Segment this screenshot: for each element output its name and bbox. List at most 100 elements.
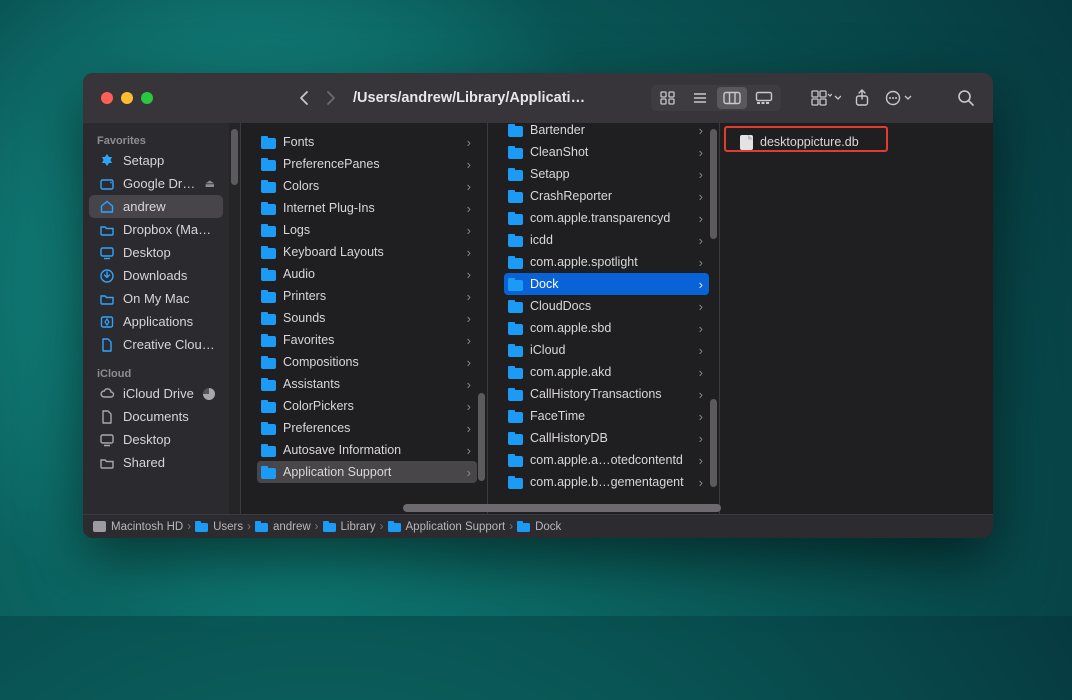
- folder-item[interactable]: Logs›: [257, 219, 477, 241]
- chevron-right-icon: ›: [467, 201, 471, 216]
- actions-button[interactable]: [883, 86, 913, 110]
- storage-pie-icon: [203, 388, 215, 400]
- folder-item[interactable]: PreferencePanes›: [257, 153, 477, 175]
- folder-item[interactable]: com.apple.a…otedcontentd›: [504, 449, 709, 471]
- folder-item[interactable]: Dock›: [504, 273, 709, 295]
- folder-item[interactable]: FaceTime›: [504, 405, 709, 427]
- sidebar-item[interactable]: Desktop: [89, 428, 223, 451]
- sidebar-item[interactable]: Applications: [89, 310, 223, 333]
- folder-icon: [508, 124, 523, 137]
- sidebar-item[interactable]: Setapp: [89, 149, 223, 172]
- folder-item[interactable]: Application Support›: [257, 461, 477, 483]
- folder-item[interactable]: CloudDocs›: [504, 295, 709, 317]
- chevron-right-icon: ›: [380, 521, 384, 533]
- path-crumb[interactable]: Application Support: [388, 521, 506, 533]
- sidebar-item-label: Google Dr…: [123, 176, 195, 191]
- folder-item[interactable]: Assistants›: [257, 373, 477, 395]
- path-crumb[interactable]: Library: [323, 521, 376, 533]
- forward-button[interactable]: [317, 85, 343, 111]
- folder-icon: [508, 344, 523, 357]
- folder-item[interactable]: CallHistoryTransactions›: [504, 383, 709, 405]
- chevron-right-icon: ›: [699, 189, 703, 204]
- folder-icon: [508, 322, 523, 335]
- folder-item[interactable]: Colors›: [257, 175, 477, 197]
- minimize-button[interactable]: [121, 92, 133, 104]
- item-label: CallHistoryTransactions: [530, 387, 662, 401]
- folder-item[interactable]: CleanShot›: [504, 141, 709, 163]
- folder-icon: [323, 521, 336, 532]
- gallery-view-button[interactable]: [749, 87, 779, 109]
- disk-icon: [99, 176, 115, 192]
- horizontal-scrollbar[interactable]: [241, 504, 987, 512]
- chevron-right-icon: ›: [315, 521, 319, 533]
- sidebar-item[interactable]: On My Mac: [89, 287, 223, 310]
- sidebar-item[interactable]: iCloud Drive: [89, 382, 223, 405]
- search-button[interactable]: [951, 86, 981, 110]
- folder-item[interactable]: Autosave Information›: [257, 439, 477, 461]
- sidebar-item[interactable]: Google Dr… ⏏: [89, 172, 223, 195]
- folder-item[interactable]: CallHistoryDB›: [504, 427, 709, 449]
- path-crumb[interactable]: Users: [195, 521, 243, 533]
- sidebar-item[interactable]: Dropbox (Ma…: [89, 218, 223, 241]
- folder-item[interactable]: com.apple.akd›: [504, 361, 709, 383]
- folder-item[interactable]: Setapp›: [504, 163, 709, 185]
- sidebar-item[interactable]: andrew: [89, 195, 223, 218]
- folder-item[interactable]: Printers›: [257, 285, 477, 307]
- folder-item[interactable]: iCloud›: [504, 339, 709, 361]
- sidebar-item[interactable]: Shared: [89, 451, 223, 474]
- sidebar-item[interactable]: Downloads: [89, 264, 223, 287]
- item-label: Sounds: [283, 311, 325, 325]
- item-label: com.apple.akd: [530, 365, 611, 379]
- sidebar-item[interactable]: Desktop: [89, 241, 223, 264]
- folder-item[interactable]: Sounds›: [257, 307, 477, 329]
- crumb-label: andrew: [273, 521, 311, 533]
- folder-item[interactable]: CrashReporter›: [504, 185, 709, 207]
- folder-icon: [508, 234, 523, 247]
- folder-icon: [99, 222, 115, 238]
- folder-item[interactable]: Favorites›: [257, 329, 477, 351]
- share-button[interactable]: [847, 86, 877, 110]
- crumb-label: Users: [213, 521, 243, 533]
- zoom-button[interactable]: [141, 92, 153, 104]
- folder-item[interactable]: icdd›: [504, 229, 709, 251]
- icon-view-button[interactable]: [653, 87, 683, 109]
- folder-item[interactable]: com.apple.b…gementagent›: [504, 471, 709, 493]
- folder-item[interactable]: com.apple.spotlight›: [504, 251, 709, 273]
- folder-icon: [508, 146, 523, 159]
- folder-item[interactable]: ColorPickers›: [257, 395, 477, 417]
- chevron-right-icon: ›: [699, 145, 703, 160]
- close-button[interactable]: [101, 92, 113, 104]
- sidebar-item[interactable]: Creative Clou…: [89, 333, 223, 356]
- list-view-button[interactable]: [685, 87, 715, 109]
- finder-window: /Users/andrew/Library/Applicati… Favorit…: [83, 73, 993, 538]
- item-label: Colors: [283, 179, 319, 193]
- folder-item[interactable]: com.apple.sbd›: [504, 317, 709, 339]
- path-crumb[interactable]: Dock: [517, 521, 561, 533]
- item-label: Favorites: [283, 333, 334, 347]
- folder-item[interactable]: Compositions›: [257, 351, 477, 373]
- column-1[interactable]: Fonts›PreferencePanes›Colors›Internet Pl…: [241, 123, 487, 514]
- folder-item[interactable]: Keyboard Layouts›: [257, 241, 477, 263]
- column-view-button[interactable]: [717, 87, 747, 109]
- folder-icon: [261, 136, 276, 149]
- folder-icon: [99, 455, 115, 471]
- folder-item[interactable]: Preferences›: [257, 417, 477, 439]
- folder-icon: [517, 521, 530, 532]
- chevron-right-icon: ›: [467, 267, 471, 282]
- item-label: Setapp: [530, 167, 570, 181]
- path-crumb[interactable]: Macintosh HD: [93, 521, 183, 533]
- path-crumb[interactable]: andrew: [255, 521, 311, 533]
- folder-item[interactable]: Fonts›: [257, 131, 477, 153]
- folder-item[interactable]: com.apple.transparencyd›: [504, 207, 709, 229]
- column-2[interactable]: Bartender›CleanShot›Setapp›CrashReporter…: [487, 123, 719, 514]
- folder-item[interactable]: Audio›: [257, 263, 477, 285]
- sidebar-item-label: Creative Clou…: [123, 337, 215, 352]
- column-3[interactable]: desktoppicture.db: [719, 123, 953, 514]
- folder-item[interactable]: Bartender›: [504, 123, 709, 141]
- folder-item[interactable]: Internet Plug-Ins›: [257, 197, 477, 219]
- eject-icon[interactable]: ⏏: [205, 177, 215, 190]
- back-button[interactable]: [291, 85, 317, 111]
- sidebar-item[interactable]: Documents: [89, 405, 223, 428]
- group-button[interactable]: [811, 86, 841, 110]
- sidebar-item-label: Applications: [123, 314, 193, 329]
